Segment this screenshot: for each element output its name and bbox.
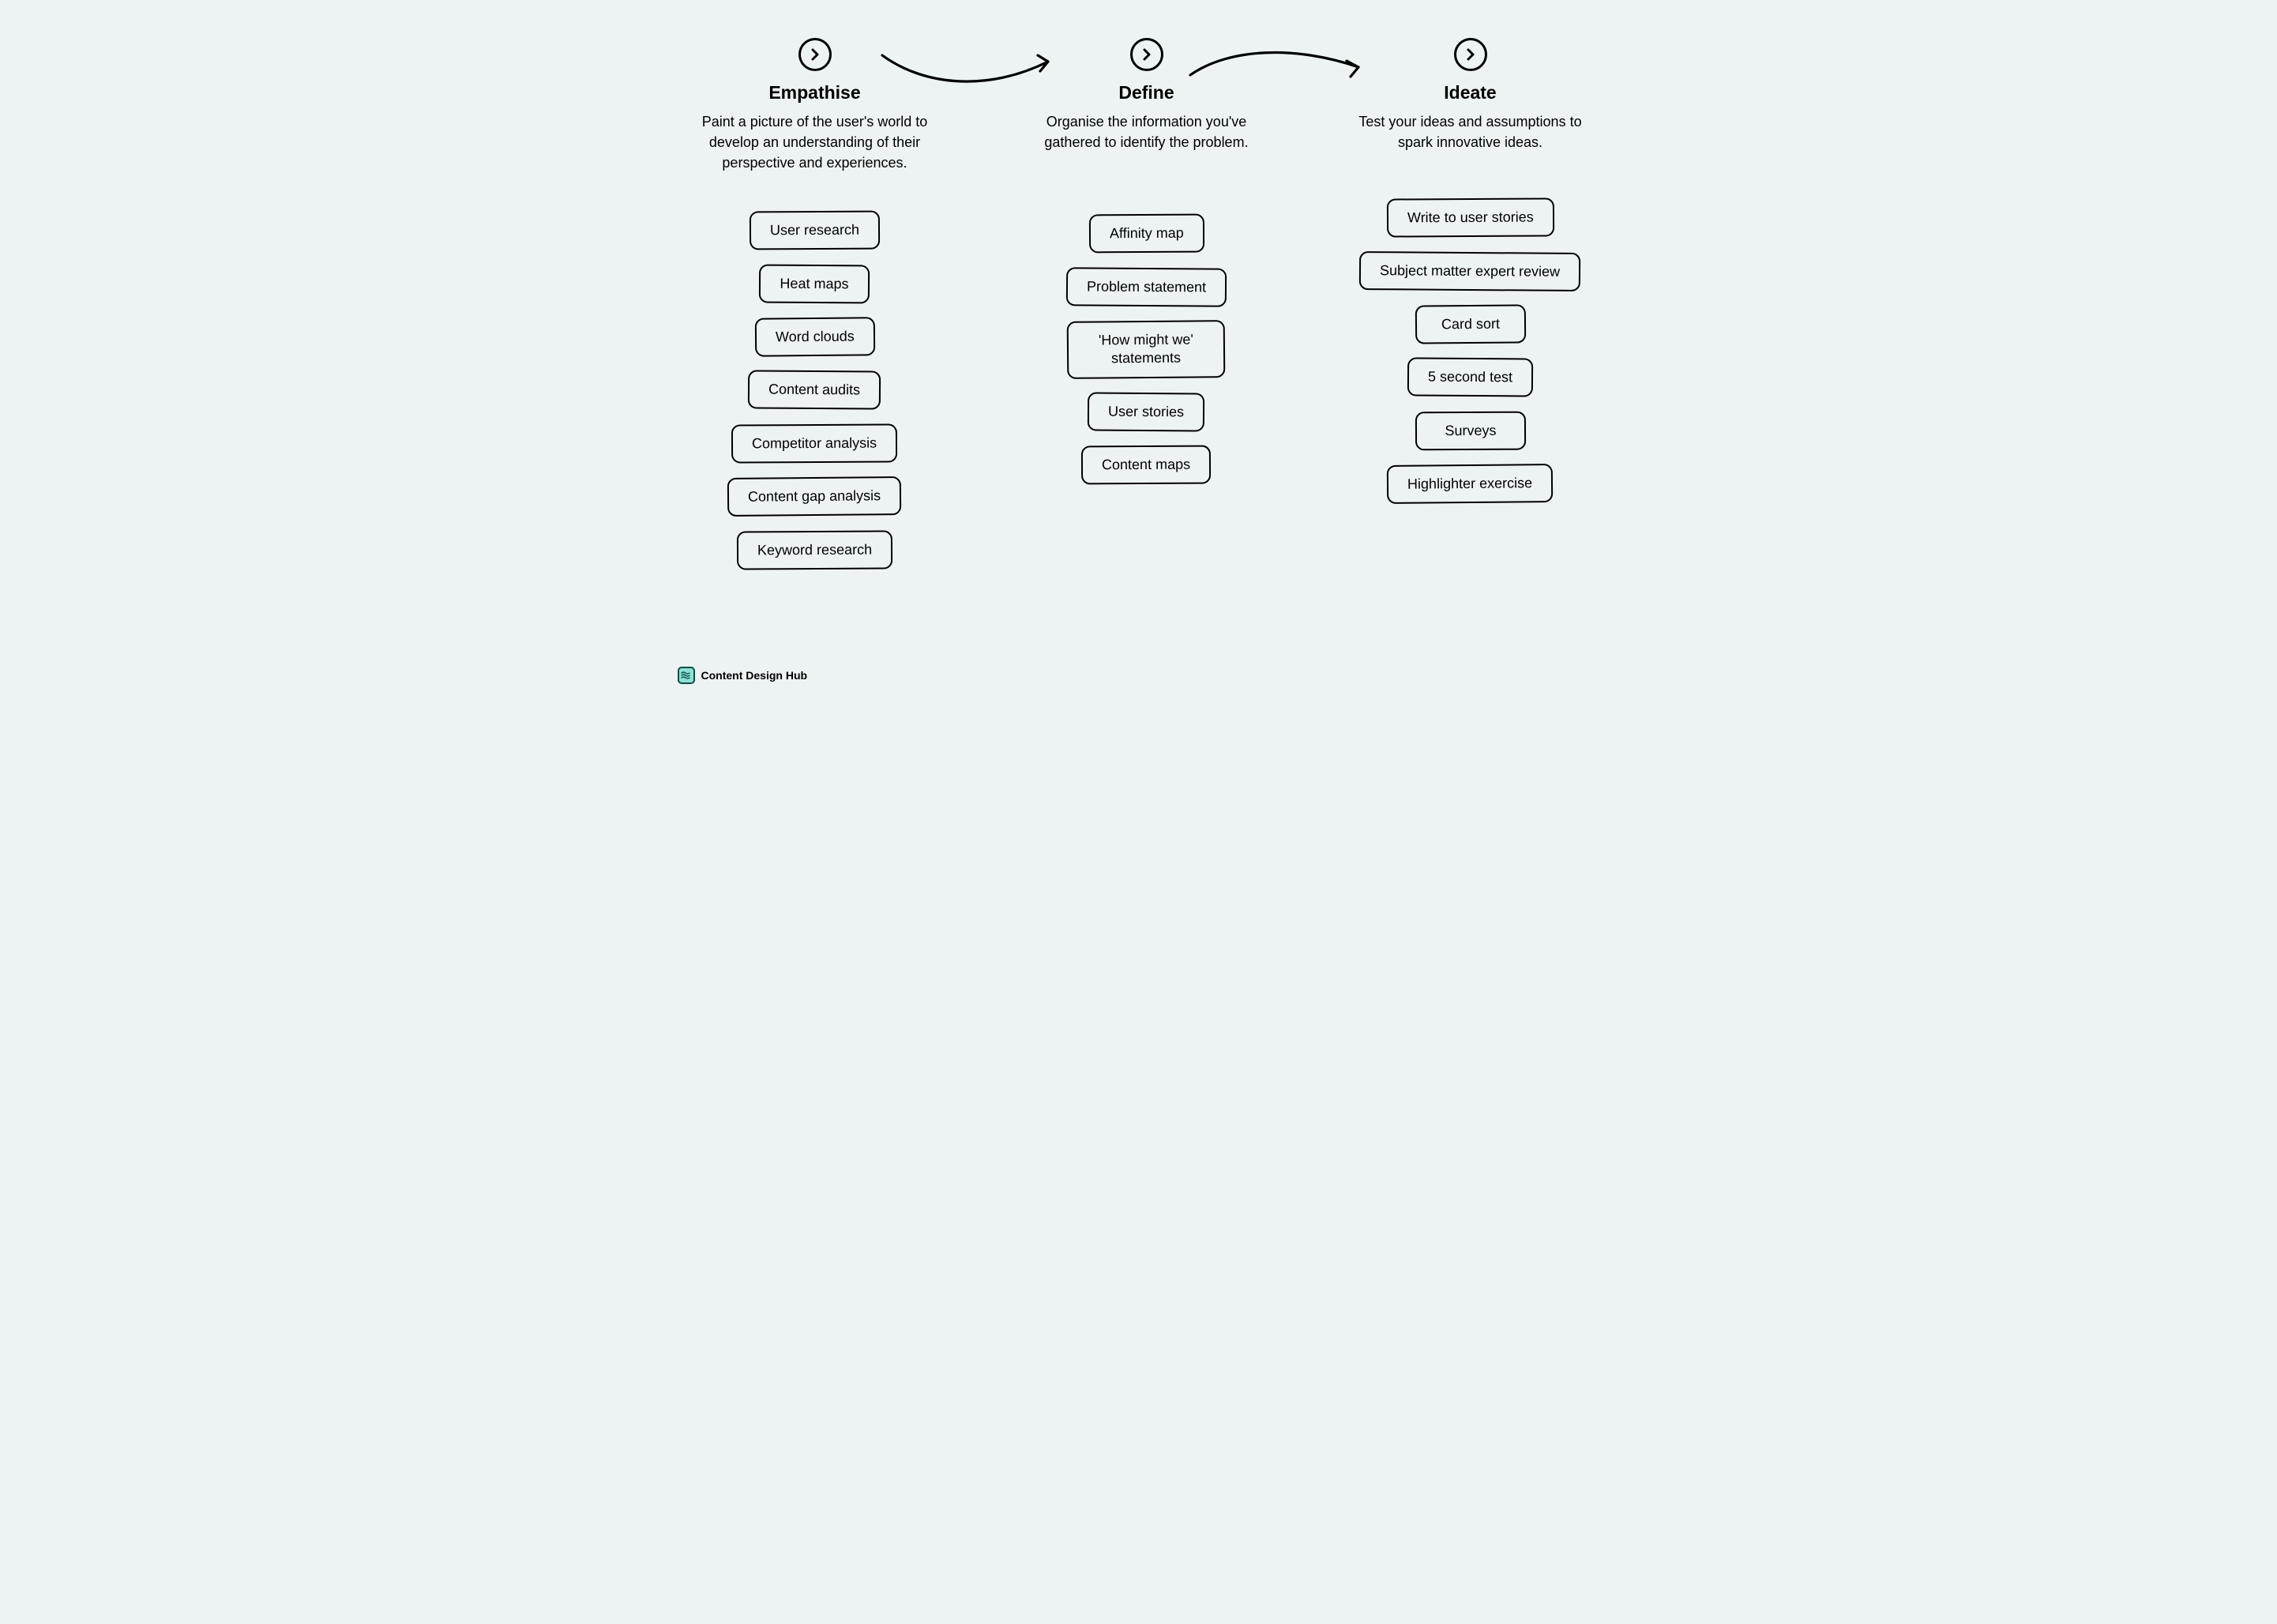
method-pill: 5 second test (1407, 358, 1533, 398)
brand-label: Content Design Hub (701, 669, 808, 682)
column-ideate: Ideate Test your ideas and assumptions t… (1336, 38, 1605, 504)
method-pill: Heat maps (759, 264, 870, 303)
column-items: Affinity map Problem statement 'How migh… (1066, 214, 1227, 484)
column-items: User research Heat maps Word clouds Cont… (727, 211, 901, 570)
method-pill: Write to user stories (1387, 198, 1554, 238)
chevron-right-icon (798, 38, 832, 71)
column-title: Empathise (768, 82, 860, 103)
chevron-right-icon (1454, 38, 1487, 71)
method-pill: Content gap analysis (727, 476, 902, 517)
method-pill: Word clouds (754, 317, 874, 357)
column-define: Define Organise the information you've g… (1013, 38, 1281, 485)
method-pill: Affinity map (1088, 214, 1204, 254)
method-pill: User research (750, 211, 880, 250)
method-pill: Card sort (1415, 304, 1525, 344)
chevron-right-icon (1130, 38, 1163, 71)
method-pill: Problem statement (1066, 267, 1227, 307)
method-pill: Competitor analysis (731, 423, 897, 463)
brand-footer: Content Design Hub (678, 667, 808, 684)
method-pill: Content maps (1081, 445, 1211, 485)
method-pill: 'How might we' statements (1067, 320, 1226, 379)
diagram-canvas: Empathise Paint a picture of the user's … (649, 0, 1629, 698)
method-pill: User stories (1088, 392, 1204, 431)
column-items: Write to user stories Subject matter exp… (1359, 198, 1580, 503)
method-pill: Content audits (748, 370, 881, 411)
brand-logo-icon (678, 667, 695, 684)
method-pill: Surveys (1415, 411, 1525, 450)
method-pill: Subject matter expert review (1359, 251, 1580, 291)
column-description: Paint a picture of the user's world to d… (689, 111, 941, 173)
method-pill: Keyword research (737, 530, 892, 570)
column-empathise: Empathise Paint a picture of the user's … (681, 38, 949, 570)
column-description: Organise the information you've gathered… (1020, 111, 1273, 152)
column-title: Define (1118, 82, 1174, 103)
column-title: Ideate (1444, 82, 1496, 103)
column-description: Test your ideas and assumptions to spark… (1344, 111, 1597, 152)
method-pill: Highlighter exercise (1387, 464, 1554, 504)
